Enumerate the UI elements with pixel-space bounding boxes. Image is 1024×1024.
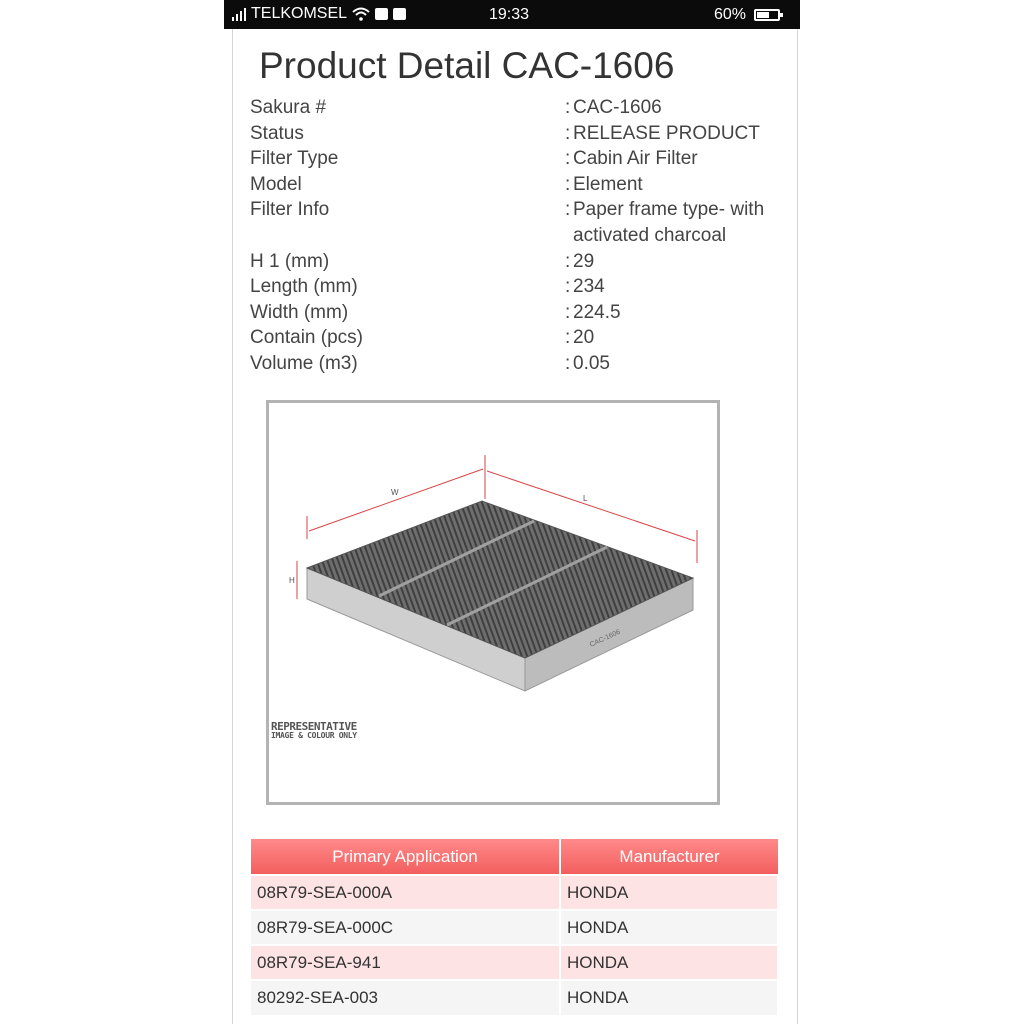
spec-value: Cabin Air Filter [573, 148, 698, 170]
spec-value: 0.05 [573, 352, 610, 374]
product-image: W L H CAC-1606 REPRESENTATIVE IMAGE & CO… [266, 400, 720, 805]
cabin-filter-illustration: W L H CAC-1606 [289, 455, 698, 692]
table-row[interactable]: 80292-SEA-003 HONDA [251, 979, 779, 1015]
spec-separator: : [565, 352, 571, 374]
manufacturer-cell: HONDA [560, 979, 779, 1015]
column-header-primary-application[interactable]: Primary Application [251, 839, 561, 875]
spec-separator: : [565, 301, 571, 323]
manufacturer-cell: HONDA [560, 874, 779, 910]
spec-value: Paper frame type- with activated charcoa… [573, 199, 765, 246]
spec-value: 234 [573, 276, 605, 298]
manufacturer-cell: HONDA [560, 944, 779, 980]
height-label: H [289, 576, 295, 585]
bbm-icon [393, 8, 407, 20]
spec-label: Filter Type [250, 148, 339, 170]
spec-label: Status [250, 122, 304, 144]
spec-separator: : [565, 250, 571, 272]
table-row[interactable]: 08R79-SEA-000A HONDA [251, 874, 779, 910]
table-row[interactable]: 08R79-SEA-000C HONDA [251, 909, 779, 945]
spec-separator: : [565, 327, 571, 349]
spec-label: Volume (m3) [250, 352, 358, 374]
battery-percent: 60% [713, 6, 746, 23]
spec-row: Sakura #: CAC-1606 [250, 95, 790, 121]
part-number-cell: 08R79-SEA-000A [251, 874, 561, 910]
spec-value: 224.5 [573, 301, 621, 323]
product-detail-content: Product Detail CAC-1606 Sakura #: CAC-160… [232, 29, 798, 1024]
phone-screen: TELKOMSEL 19:33 60% Product Detail CAC-1… [224, 0, 800, 1024]
representative-note: REPRESENTATIVE IMAGE & COLOUR ONLY [271, 721, 357, 740]
part-number-cell: 80292-SEA-003 [251, 979, 561, 1015]
part-number-cell: 08R79-SEA-941 [251, 944, 561, 980]
spec-separator: : [565, 122, 571, 144]
wifi-icon [352, 7, 370, 21]
column-header-manufacturer[interactable]: Manufacturer [560, 839, 778, 875]
table-row[interactable]: 08R79-SEA-941 HONDA [251, 944, 779, 980]
battery-icon [754, 9, 783, 21]
spec-value: 29 [573, 250, 595, 272]
spec-list: Sakura #: CAC-1606 Status: RELEASE PRODUCT F… [250, 95, 790, 377]
spec-label: Width (mm) [250, 301, 349, 323]
application-table: Primary Application Manufacturer 08R79-S… [251, 839, 779, 1015]
spec-label: H 1 (mm) [250, 250, 330, 272]
spec-row: H 1 (mm):29 [250, 249, 790, 275]
spec-row: Contain (pcs):20 [250, 325, 790, 351]
spec-row: Width (mm):224.5 [250, 300, 790, 326]
spec-label: Sakura # [250, 97, 327, 118]
spec-row: Status: RELEASE PRODUCT [250, 121, 790, 147]
note-line-2: IMAGE & COLOUR ONLY [271, 731, 357, 740]
spec-row: Filter Type: Cabin Air Filter [250, 146, 790, 172]
spec-label: Contain (pcs) [250, 327, 363, 349]
spec-label: Filter Info [250, 199, 330, 221]
spec-label: Length (mm) [250, 276, 358, 298]
spec-separator: : [565, 173, 571, 195]
spec-separator: : [565, 97, 571, 118]
spec-label: Model [250, 173, 302, 195]
spec-row: Filter Info: Paper frame type- with activ… [250, 197, 790, 248]
signal-icon [232, 7, 246, 21]
manufacturer-cell: HONDA [560, 909, 779, 945]
spec-separator: : [565, 199, 571, 221]
mail-icon [375, 8, 389, 20]
spec-value: CAC-1606 [573, 97, 662, 118]
clock: 19:33 [489, 6, 530, 23]
width-label: W [391, 488, 399, 497]
spec-value: 20 [573, 327, 595, 349]
spec-separator: : [565, 276, 571, 298]
status-bar: TELKOMSEL 19:33 60% [224, 0, 800, 29]
table-header-row: Primary Application Manufacturer [251, 839, 778, 875]
part-number-cell: 08R79-SEA-000C [251, 909, 561, 945]
spec-row: Model: Element [250, 172, 790, 198]
spec-value: RELEASE PRODUCT [573, 122, 760, 144]
page-title: Product Detail CAC-1606 [259, 45, 675, 86]
spec-separator: : [565, 148, 571, 170]
spec-value: Element [573, 173, 643, 195]
carrier-name: TELKOMSEL [251, 5, 348, 22]
spec-row: Volume (m3):0.05 [250, 351, 790, 377]
length-label: L [583, 494, 588, 503]
spec-row: Length (mm):234 [250, 274, 790, 300]
